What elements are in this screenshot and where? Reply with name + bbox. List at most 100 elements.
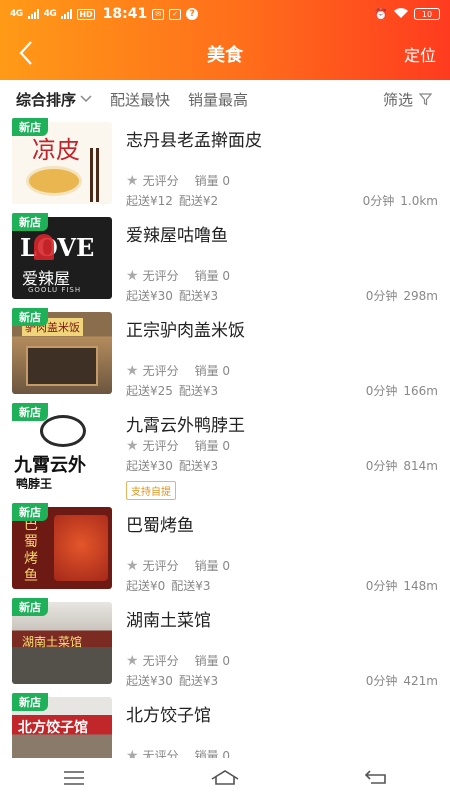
shop-fees: 起送¥30 配送¥3 [126,672,218,689]
shop-name: 正宗驴肉盖米饭 [126,321,245,341]
shop-name: 巴蜀烤鱼 [126,516,194,536]
screen-button[interactable]: 筛选 [383,89,432,110]
back-button[interactable] [18,38,48,68]
shop-item[interactable]: 新店 湖南土菜馆 湖南土菜馆 ★ 无评分 销量 0 起送¥30 配送¥3 0分钟 4… [0,598,450,693]
signal-label-2: 4G [43,9,57,19]
delivery-time: 0分钟 [365,384,398,398]
rating-text: 无评分 [142,174,179,188]
wifi-icon [393,7,409,22]
shop-item[interactable]: 新店 巴蜀烤鱼 巴蜀烤鱼 ★ 无评分 销量 0 起送¥0 配送¥3 0分钟 148m [0,503,450,598]
min-order: 起送¥30 [126,459,173,473]
shop-name: 九霄云外鸭脖王 [126,416,245,436]
system-nav-bar [0,758,450,800]
new-shop-badge: 新店 [12,403,48,421]
thumbnail-text: 巴蜀烤鱼 [24,517,38,584]
nav-bar: 美食 定位 [0,28,450,80]
shop-fees: 起送¥30 配送¥3 [126,287,218,304]
mail-icon: ✉ [152,8,165,20]
hd-icon: HD [77,8,95,20]
delivery-time: 0分钟 [362,194,395,208]
locate-button[interactable]: 定位 [404,42,436,66]
sales-count: 销量 0 [194,654,231,668]
filter-funnel-icon [419,92,432,105]
page-title: 美食 [207,45,243,66]
delivery-fee: 配送¥3 [178,674,219,688]
shop-list: 新店 凉皮 志丹县老孟擀面皮 ★ 无评分 销量 0 起送¥12 配送¥2 0分钟 1… [0,118,450,788]
sales-count: 销量 0 [194,364,231,378]
shop-distance: 0分钟 166m [366,382,438,399]
delivery-fee: 配送¥3 [178,289,219,303]
shop-distance: 0分钟 298m [366,287,438,304]
rating-text: 无评分 [142,559,179,573]
shop-rating: ★ 无评分 销量 0 [126,557,230,574]
delivery-fee: 配送¥3 [178,384,219,398]
filter-top-sales[interactable]: 销量最高 [188,89,248,110]
shop-distance: 0分钟 1.0km [363,192,438,209]
star-icon: ★ [126,437,139,454]
alarm-icon: ⏰ [374,7,388,21]
shop-rating: ★ 无评分 销量 0 [126,362,230,379]
signal-icon [61,9,73,19]
rating-text: 无评分 [142,439,179,453]
help-icon: ? [186,8,199,20]
star-icon: ★ [126,267,139,284]
sales-count: 销量 0 [194,559,231,573]
shop-name: 志丹县老孟擀面皮 [126,131,262,151]
min-order: 起送¥30 [126,674,173,688]
delivery-fee: 配送¥3 [171,579,211,593]
delivery-fee: 配送¥3 [178,459,219,473]
star-icon: ★ [126,652,139,669]
status-time: 18:41 [102,6,148,22]
star-icon: ★ [126,557,139,574]
shop-item[interactable]: 新店 凉皮 志丹县老孟擀面皮 ★ 无评分 销量 0 起送¥12 配送¥2 0分钟 1… [0,118,450,213]
screen-label: 筛选 [382,90,413,109]
shop-distance: 0分钟 814m [366,457,438,474]
signal-icon [27,9,39,19]
rating-text: 无评分 [142,654,179,668]
distance: 814m [403,459,438,473]
rating-text: 无评分 [142,269,179,283]
shop-distance: 0分钟 148m [366,577,438,594]
distance: 1.0km [400,194,438,208]
app-notification-icon: ✓ [169,8,182,20]
shop-name: 爱辣屋咕噜鱼 [126,226,228,246]
thumbnail-text: LOVE [20,233,95,262]
delivery-time: 0分钟 [365,579,398,593]
sort-dropdown[interactable]: 综合排序 [16,89,92,110]
min-order: 起送¥30 [126,289,173,303]
delivery-time: 0分钟 [365,674,398,688]
thumbnail-text: 湖南土菜馆 [22,635,83,649]
thumbnail-text: 北方饺子馆 [18,720,88,736]
thumbnail-text: 九霄云外 [14,455,86,476]
shop-item[interactable]: 新店 驴肉盖米饭 正宗驴肉盖米饭 ★ 无评分 销量 0 起送¥25 配送¥3 0分… [0,308,450,403]
shop-fees: 起送¥25 配送¥3 [126,382,218,399]
shop-rating: ★ 无评分 销量 0 [126,437,230,454]
new-shop-badge: 新店 [12,308,48,326]
sales-count: 销量 0 [194,269,231,283]
new-shop-badge: 新店 [12,213,48,231]
return-icon [365,770,387,784]
home-button[interactable] [210,769,240,789]
return-button[interactable] [365,769,387,789]
home-icon [211,770,239,785]
shop-distance: 0分钟 421m [366,672,438,689]
menu-button[interactable] [63,770,85,789]
min-order: 起送¥12 [126,194,173,208]
distance: 298m [403,289,438,303]
battery-icon: 10 [414,8,440,20]
shop-item[interactable]: 新店 LOVE 爱辣屋 GOOLU FISH 爱辣屋咕噜鱼 ★ 无评分 销量 0… [0,213,450,308]
distance: 421m [403,674,438,688]
shop-rating: ★ 无评分 销量 0 [126,172,230,189]
new-shop-badge: 新店 [12,693,48,711]
star-icon: ★ [126,362,139,379]
filter-fastest[interactable]: 配送最快 [110,89,170,110]
sales-count: 销量 0 [194,174,231,188]
shop-fees: 起送¥0 配送¥3 [126,577,211,594]
star-icon: ★ [126,172,139,189]
new-shop-badge: 新店 [12,118,48,136]
shop-item[interactable]: 新店 九霄云外 鸭脖王 九霄云外鸭脖王 ★ 无评分 销量 0 起送¥30 配送¥3… [0,403,450,503]
shop-fees: 起送¥30 配送¥3 [126,457,218,474]
new-shop-badge: 新店 [12,598,48,616]
sort-label: 综合排序 [16,90,77,109]
shop-fees: 起送¥12 配送¥2 [126,192,218,209]
